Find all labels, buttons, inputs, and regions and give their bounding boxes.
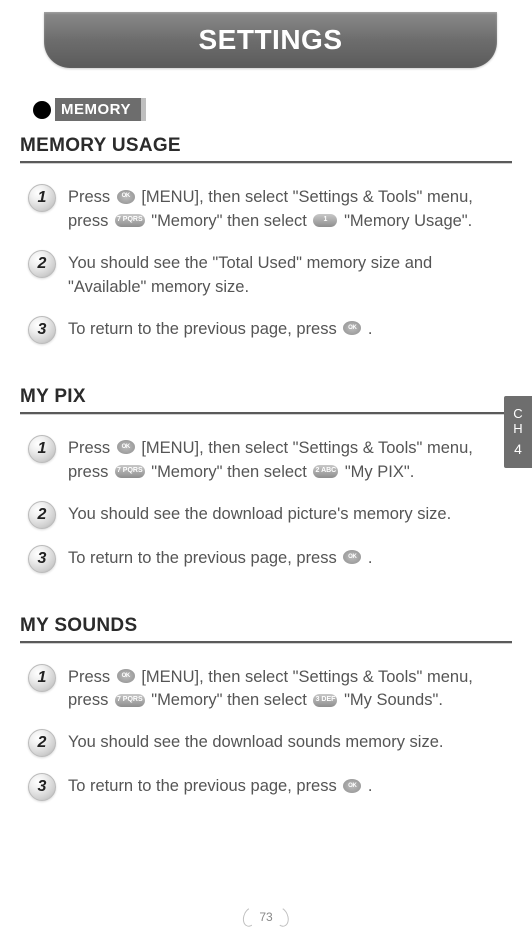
step-text: To return to the previous page, press OK… [68,775,508,801]
ok-icon: OK [117,440,135,454]
ok-icon: OK [117,669,135,683]
ok-icon: OK [343,550,361,564]
page-title: SETTINGS [198,24,342,56]
step: 3 To return to the previous page, press O… [24,318,508,344]
step-number-badge: 3 [28,773,56,801]
key7-icon: 7 PQRS [115,214,145,227]
subheading: MY SOUNDS [20,615,512,637]
step: 2 You should see the download sounds memo… [24,731,508,757]
ok-icon: OK [117,190,135,204]
step: 2 You should see the download picture's m… [24,503,508,529]
step-number-badge: 2 [28,250,56,278]
section-block: MEMORY USAGE1Press OK [MENU], then selec… [20,135,512,344]
step: 3 To return to the previous page, press O… [24,775,508,801]
step-number-badge: 1 [28,664,56,692]
step-number-badge: 2 [28,501,56,529]
subheading: MEMORY USAGE [20,135,512,157]
step: 3 To return to the previous page, press O… [24,547,508,573]
key3-icon: 3 DEF [313,694,337,707]
ok-icon: OK [343,321,361,335]
key1-icon: 1 [313,214,337,227]
step-number-badge: 2 [28,729,56,757]
step-text: Press OK [MENU], then select "Settings &… [68,186,508,234]
page-number-ornament: 73 [243,907,288,927]
underline [20,412,512,415]
section-block: MY SOUNDS 1 Press OK [MENU], then select "… [20,615,512,802]
step: 2 You should see the "Total Used" memory … [24,252,508,300]
step-text: You should see the download picture's me… [68,503,508,529]
key7-icon: 7 PQRS [115,694,145,707]
step-number-badge: 1 [28,435,56,463]
page-arc-left-icon [240,905,260,929]
step-text: Press OK [MENU], then select "Settings &… [68,666,508,714]
section-block: MY PIX 1 Press OK [MENU], then select "Set… [20,386,512,573]
chapter-number: 4 [514,441,522,457]
key2-icon: 2 ABC [313,465,338,478]
ok-icon: OK [343,779,361,793]
step-number-badge: 3 [28,316,56,344]
step-text: You should see the "Total Used" memory s… [68,252,508,300]
bullet-icon [33,101,51,119]
step-text: You should see the download sounds memor… [68,731,508,757]
chapter-tab: CH 4 [504,396,532,468]
step-text: To return to the previous page, press OK… [68,318,508,344]
page-arc-right-icon [272,905,292,929]
chapter-letters: CH [513,407,522,437]
section-label: MEMORY [55,98,146,121]
step-number-badge: 1 [28,184,56,212]
step-number-badge: 3 [28,545,56,573]
step: 1 Press OK [MENU], then select "Settings … [24,437,508,485]
section-label-row: MEMORY [33,98,532,121]
page-number: 73 [259,910,272,924]
underline [20,161,512,164]
key7-icon: 7 PQRS [115,465,145,478]
underline [20,641,512,644]
step: 1Press OK [MENU], then select "Settings … [24,186,508,234]
step: 1 Press OK [MENU], then select "Settings … [24,666,508,714]
step-text: Press OK [MENU], then select "Settings &… [68,437,508,485]
title-bar: SETTINGS [44,12,497,68]
step-text: To return to the previous page, press OK… [68,547,508,573]
subheading: MY PIX [20,386,512,408]
